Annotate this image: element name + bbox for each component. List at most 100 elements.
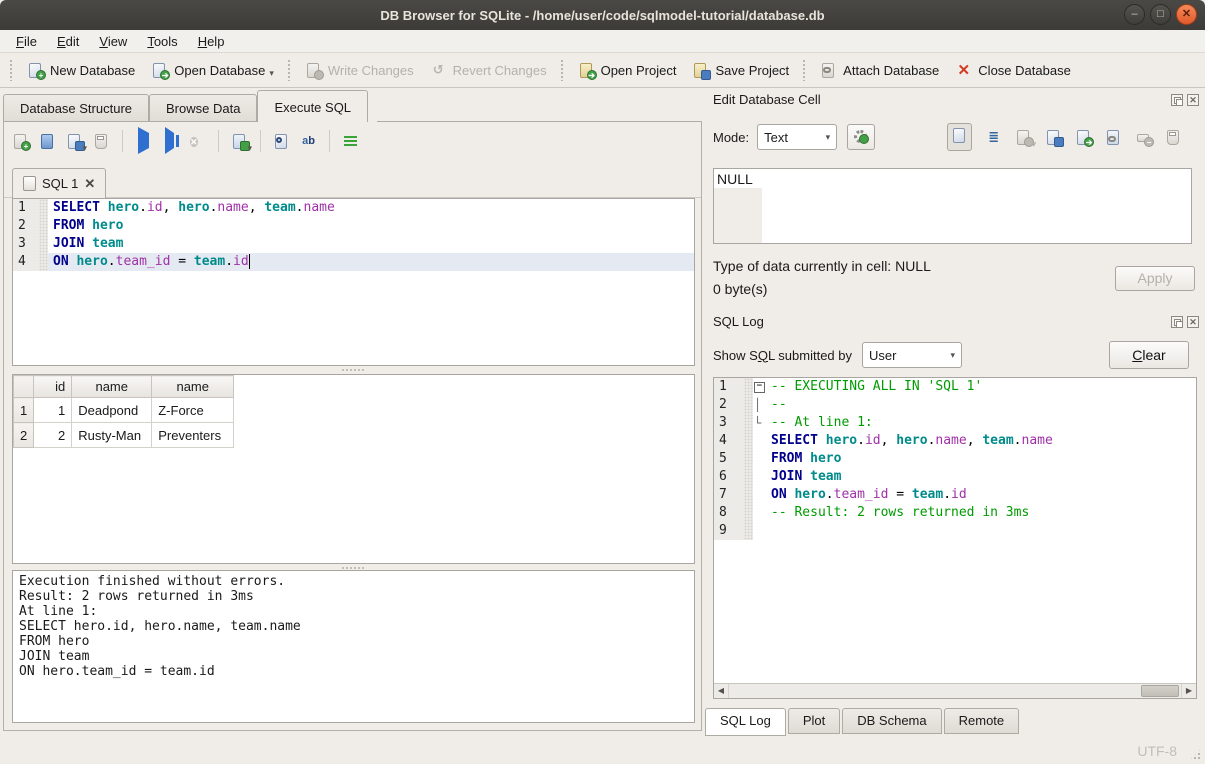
fold-guide: [753, 450, 766, 468]
print-cell-icon[interactable]: [1165, 129, 1182, 146]
fold-collapse-icon[interactable]: [753, 378, 766, 396]
main-toolbar: + New Database ➔ Open Database ▾ Write C…: [0, 53, 1205, 88]
horizontal-scrollbar[interactable]: ◀ ▶: [714, 683, 1196, 698]
revert-changes-button[interactable]: ↺ Revert Changes: [422, 58, 555, 83]
sql-log-view[interactable]: 1-- EXECUTING ALL IN 'SQL 1'2│--3└-- At …: [714, 378, 1196, 683]
table-row: 22Rusty-ManPreventers: [14, 423, 234, 448]
mode-select[interactable]: Text▾: [757, 124, 837, 150]
execute-all-icon[interactable]: [135, 133, 152, 150]
close-database-button[interactable]: ✕ Close Database: [947, 58, 1079, 83]
column-header[interactable]: name: [152, 376, 234, 398]
dock-tab-db-schema[interactable]: DB Schema: [842, 708, 941, 734]
float-panel-icon[interactable]: [1171, 316, 1183, 328]
edit-cell-title: Edit Database Cell: [713, 92, 821, 107]
edit-cell-titlebar: Edit Database Cell ✕: [713, 92, 1199, 107]
column-header[interactable]: id: [34, 376, 72, 398]
scroll-left-icon[interactable]: ◀: [714, 684, 729, 698]
dock-tab-sql-log[interactable]: SQL Log: [705, 708, 786, 736]
menubar: File Edit View Tools Help: [0, 30, 1205, 53]
tab-execute-sql[interactable]: Execute SQL: [257, 90, 368, 122]
close-panel-icon[interactable]: ✕: [1187, 94, 1199, 106]
row-number[interactable]: 1: [14, 398, 34, 423]
open-database-button[interactable]: ➔ Open Database ▾: [143, 58, 282, 83]
toolbar-drag-handle[interactable]: [9, 59, 14, 81]
clear-log-button[interactable]: Clear: [1109, 341, 1189, 369]
fold-guide: └: [753, 414, 766, 432]
results-table: idnamename11DeadpondZ-Force22Rusty-ManPr…: [13, 375, 234, 448]
save-results-icon[interactable]: ▾: [231, 133, 248, 150]
close-database-icon: ✕: [955, 62, 972, 79]
resize-grip[interactable]: [1189, 748, 1202, 761]
menu-tools[interactable]: Tools: [137, 32, 187, 51]
tab-browse-data[interactable]: Browse Data: [149, 94, 257, 122]
save-cell-icon[interactable]: ▾: [1015, 129, 1032, 146]
splitter-handle[interactable]: [4, 367, 701, 373]
code-line: 4ON hero.team_id = team.id: [13, 253, 694, 271]
cell-editor-margin: [714, 188, 762, 243]
attach-database-button[interactable]: Attach Database: [812, 58, 947, 83]
row-number[interactable]: 2: [14, 423, 34, 448]
close-sql-tab-icon[interactable]: ✕: [84, 176, 95, 192]
table-cell[interactable]: Z-Force: [152, 398, 234, 423]
code-line: 5FROM hero: [714, 450, 1196, 468]
set-null-icon[interactable]: −: [1135, 129, 1152, 146]
new-sql-tab-icon[interactable]: +: [12, 133, 29, 150]
grid-corner[interactable]: [14, 376, 34, 398]
open-external-icon[interactable]: [1105, 129, 1122, 146]
scrollbar-thumb[interactable]: [1141, 685, 1179, 697]
encoding-indicator[interactable]: UTF-8: [1137, 743, 1177, 759]
open-project-button[interactable]: ➔ Open Project: [570, 58, 685, 83]
dock-tab-remote[interactable]: Remote: [944, 708, 1020, 734]
scroll-right-icon[interactable]: ▶: [1181, 684, 1196, 698]
revert-changes-icon: ↺: [430, 62, 447, 79]
column-header[interactable]: name: [72, 376, 152, 398]
find-icon[interactable]: [273, 133, 290, 150]
auto-apply-button[interactable]: [847, 124, 875, 150]
table-cell[interactable]: 2: [34, 423, 72, 448]
new-database-button[interactable]: + New Database: [19, 58, 143, 83]
right-dock: Edit Database Cell ✕ Mode: Text▾ ≣ ▾ ➔ −…: [705, 88, 1205, 738]
stop-icon[interactable]: ✕: [189, 133, 206, 150]
tab-database-structure[interactable]: Database Structure: [3, 94, 149, 122]
sql-source-select[interactable]: User▾: [862, 342, 962, 368]
sql-document-tab[interactable]: SQL 1 ✕: [12, 168, 106, 198]
code-line: 2FROM hero: [13, 217, 694, 235]
fold-guide: [753, 432, 766, 450]
toolbar-separator: [802, 59, 807, 81]
dock-tab-plot[interactable]: Plot: [788, 708, 840, 734]
save-project-button[interactable]: Save Project: [684, 58, 797, 83]
menu-file[interactable]: File: [6, 32, 47, 51]
open-database-dropdown-icon[interactable]: ▾: [269, 68, 274, 79]
table-cell[interactable]: Preventers: [152, 423, 234, 448]
save-sql-file-icon[interactable]: ▾: [66, 133, 83, 150]
replace-text-icon[interactable]: ab: [300, 133, 317, 150]
code-line: 8-- Result: 2 rows returned in 3ms: [714, 504, 1196, 522]
table-cell[interactable]: Rusty-Man: [72, 423, 152, 448]
sql-editor[interactable]: 1SELECT hero.id, hero.name, team.name2FR…: [12, 198, 695, 366]
cell-value-editor[interactable]: NULL: [713, 168, 1192, 244]
menu-view[interactable]: View: [89, 32, 137, 51]
format-sql-icon[interactable]: [342, 133, 359, 150]
import-cell-data-icon[interactable]: [1045, 129, 1062, 146]
table-cell[interactable]: Deadpond: [72, 398, 152, 423]
write-changes-button[interactable]: Write Changes: [297, 58, 422, 83]
open-database-icon: ➔: [151, 62, 168, 79]
apply-button[interactable]: Apply: [1115, 266, 1195, 291]
results-grid: idnamename11DeadpondZ-Force22Rusty-ManPr…: [12, 374, 695, 564]
export-cell-data-icon[interactable]: ➔: [1075, 129, 1092, 146]
text-mode-toggle[interactable]: [947, 123, 972, 151]
execute-current-line-icon[interactable]: [162, 133, 179, 150]
execution-output[interactable]: Execution finished without errors. Resul…: [12, 570, 695, 723]
open-sql-file-icon[interactable]: [39, 133, 56, 150]
fold-guide: [753, 486, 766, 504]
close-panel-icon[interactable]: ✕: [1187, 316, 1199, 328]
menu-help[interactable]: Help: [188, 32, 235, 51]
float-panel-icon[interactable]: [1171, 94, 1183, 106]
word-wrap-icon[interactable]: ≣: [985, 129, 1002, 146]
table-cell[interactable]: 1: [34, 398, 72, 423]
menu-edit[interactable]: Edit: [47, 32, 89, 51]
minimize-button[interactable]: –: [1124, 4, 1145, 25]
close-window-button[interactable]: ✕: [1176, 4, 1197, 25]
print-icon[interactable]: [93, 133, 110, 150]
maximize-button[interactable]: □: [1150, 4, 1171, 25]
